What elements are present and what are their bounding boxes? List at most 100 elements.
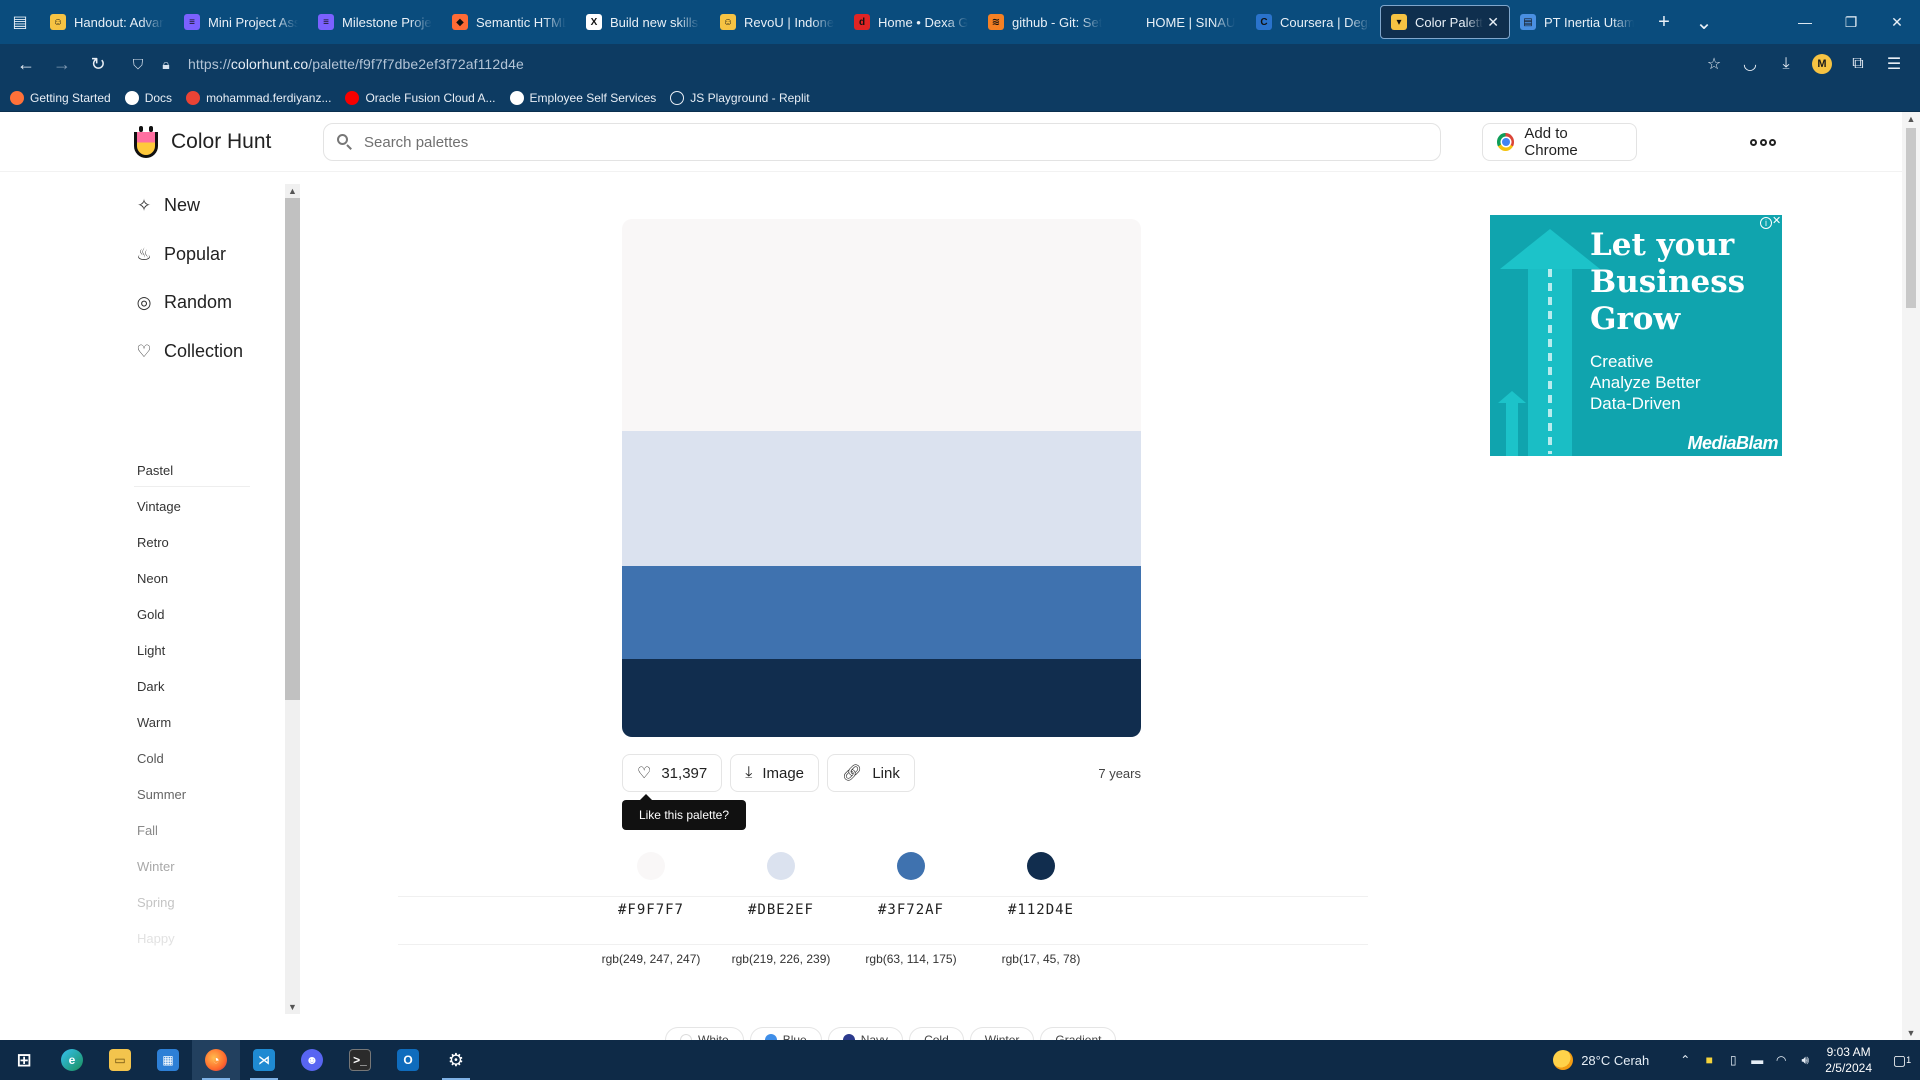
back-button[interactable]: ← <box>8 48 44 80</box>
url-text[interactable]: https://colorhunt.co/palette/f9f7f7dbe2e… <box>188 56 524 72</box>
volume-icon[interactable]: 🔊︎ <box>1793 1053 1817 1068</box>
bookmark-item[interactable]: mohammad.ferdiyanz... <box>186 90 331 105</box>
sidebar-tag-cold[interactable]: Cold <box>137 751 164 766</box>
sidebar-tag-winter[interactable]: Winter <box>137 859 175 874</box>
tab-6[interactable]: d Home • Dexa Gro <box>844 5 978 39</box>
wifi-icon[interactable]: ◠ <box>1769 1053 1793 1067</box>
store-app[interactable]: ▦ <box>144 1040 192 1080</box>
close-tab-icon[interactable]: ✕ <box>1483 14 1499 31</box>
more-options-icon[interactable] <box>1750 130 1776 154</box>
tab-5[interactable]: ☺ RevoU | Indonesia <box>710 5 844 39</box>
sidebar-tag-warm[interactable]: Warm <box>137 715 171 730</box>
sidebar-tag-light[interactable]: Light <box>137 643 165 658</box>
color-hex[interactable]: #3F72AF <box>846 902 976 918</box>
page-scroll-down-icon[interactable]: ▼ <box>1902 1026 1920 1040</box>
palette-swatch[interactable] <box>622 566 1141 659</box>
sidebar-item-new[interactable]: ✧ New <box>134 195 200 216</box>
tab-2[interactable]: ≡ Milestone Project <box>308 5 442 39</box>
bookmark-item[interactable]: Employee Self Services <box>509 90 656 105</box>
sidebar-scrollbar[interactable]: ▲ ▼ <box>285 184 300 1014</box>
restore-button[interactable]: ❐ <box>1828 0 1874 44</box>
settings-app[interactable]: ⚙ <box>432 1040 480 1080</box>
bookmark-item[interactable]: Getting Started <box>10 90 111 105</box>
tab-10[interactable]: ▾ Color Palette: #✕ <box>1380 5 1510 39</box>
scroll-down-icon[interactable]: ▼ <box>285 1000 300 1014</box>
sidebar-scroll-thumb[interactable] <box>285 198 300 700</box>
tab-4[interactable]: X Build new skills. A <box>576 5 710 39</box>
firefox-app[interactable]: ◔ <box>192 1040 240 1080</box>
color-dot[interactable] <box>1027 852 1055 880</box>
sidebar-tag-dark[interactable]: Dark <box>137 679 164 694</box>
bookmark-item[interactable]: Oracle Fusion Cloud A... <box>345 90 496 105</box>
tracking-protection-shield-icon[interactable]: ⛉ <box>124 56 152 73</box>
terminal-app[interactable]: >_ <box>336 1040 384 1080</box>
tab-8[interactable]: HOME | SINAU <box>1112 5 1246 39</box>
color-rgb[interactable]: rgb(219, 226, 239) <box>716 952 846 966</box>
sidebar-tag-gold[interactable]: Gold <box>137 607 164 622</box>
copy-link-button[interactable]: 🔗︎ Link <box>827 754 915 792</box>
close-window-button[interactable]: ✕ <box>1874 0 1920 44</box>
new-tab-button[interactable]: + <box>1644 0 1684 44</box>
tag-chip[interactable]: Cold <box>909 1027 964 1040</box>
device-icon[interactable]: ▯ <box>1721 1053 1745 1067</box>
ad-info-icon[interactable]: i <box>1760 217 1772 229</box>
color-hex[interactable]: #F9F7F7 <box>586 902 716 918</box>
tab-11[interactable]: ▤ PT Inertia Utama <box>1510 5 1644 39</box>
tag-chip[interactable]: White <box>665 1027 744 1040</box>
downloads-icon[interactable]: ⤓ <box>1768 48 1804 80</box>
sidebar-tag-retro[interactable]: Retro <box>137 535 169 550</box>
site-logo[interactable]: Color Hunt <box>131 124 271 160</box>
forward-button[interactable]: → <box>44 48 80 80</box>
sidebar-item-collection[interactable]: ♡ Collection <box>134 341 243 362</box>
sidebar-tag-neon[interactable]: Neon <box>137 571 168 586</box>
edge-app[interactable]: e <box>48 1040 96 1080</box>
advertisement[interactable]: Let your Business Grow Creative Analyze … <box>1490 215 1782 456</box>
color-hex[interactable]: #112D4E <box>976 902 1106 918</box>
page-scroll-up-icon[interactable]: ▲ <box>1902 112 1920 126</box>
battery-icon[interactable]: ▬ <box>1745 1053 1769 1067</box>
notification-center-icon[interactable]: ▢ 1 <box>1884 1052 1920 1069</box>
tag-chip[interactable]: Winter <box>969 1027 1035 1040</box>
address-bar[interactable]: ⛉ 🔒︎ https://colorhunt.co/palette/f9f7f7… <box>124 48 1688 80</box>
menu-hamburger-icon[interactable]: ☰ <box>1876 48 1912 80</box>
tab-1[interactable]: ≡ Mini Project Assi <box>174 5 308 39</box>
color-dot[interactable] <box>637 852 665 880</box>
palette-swatch[interactable] <box>622 431 1141 566</box>
sidebar-tag-summer[interactable]: Summer <box>137 787 186 802</box>
color-rgb[interactable]: rgb(17, 45, 78) <box>976 952 1106 966</box>
bookmark-item[interactable]: Docs <box>124 90 172 105</box>
download-image-button[interactable]: ⤓ Image <box>730 754 820 792</box>
lock-icon[interactable]: 🔒︎ <box>152 56 180 73</box>
palette-preview[interactable] <box>622 219 1141 737</box>
tag-chip[interactable]: Gradient <box>1040 1027 1117 1040</box>
discord-app[interactable]: ☻ <box>288 1040 336 1080</box>
sidebar-item-popular[interactable]: ♨ Popular <box>134 244 226 265</box>
sidebar-tag-pastel[interactable]: Pastel <box>137 463 173 478</box>
sidebar-tag-happy[interactable]: Happy <box>137 931 175 946</box>
tab-9[interactable]: C Coursera | Degree <box>1246 5 1380 39</box>
profile-button[interactable]: M <box>1804 48 1840 80</box>
clock[interactable]: 9:03 AM 2/5/2024 <box>1825 1044 1872 1076</box>
bookmark-item[interactable]: JS Playground - Replit <box>670 90 810 105</box>
outlook-app[interactable]: O <box>384 1040 432 1080</box>
sidebar-tag-spring[interactable]: Spring <box>137 895 175 910</box>
color-dot[interactable] <box>897 852 925 880</box>
list-all-tabs-button[interactable]: ⌄ <box>1684 0 1724 44</box>
color-dot[interactable] <box>767 852 795 880</box>
color-rgb[interactable]: rgb(63, 114, 175) <box>846 952 976 966</box>
start-button[interactable]: ⊞ <box>0 1040 48 1080</box>
search-input[interactable] <box>364 133 1428 151</box>
reload-button[interactable]: ↻ <box>80 48 116 80</box>
file-explorer-app[interactable]: ▭ <box>96 1040 144 1080</box>
color-rgb[interactable]: rgb(249, 247, 247) <box>586 952 716 966</box>
sidebar-tag-fall[interactable]: Fall <box>137 823 158 838</box>
extensions-icon[interactable]: ⧉ <box>1840 48 1876 80</box>
tag-chip[interactable]: Blue <box>749 1027 822 1040</box>
page-scroll-thumb[interactable] <box>1906 128 1916 308</box>
tab-3[interactable]: ◆ Semantic HTML: <box>442 5 576 39</box>
palette-swatch[interactable] <box>622 219 1141 431</box>
tab-overview-icon[interactable]: ▤ <box>0 0 40 44</box>
tab-7[interactable]: ≋ github - Git: Set I <box>978 5 1112 39</box>
sidebar-tag-vintage[interactable]: Vintage <box>137 499 181 514</box>
bookmark-star-icon[interactable]: ☆ <box>1696 48 1732 80</box>
